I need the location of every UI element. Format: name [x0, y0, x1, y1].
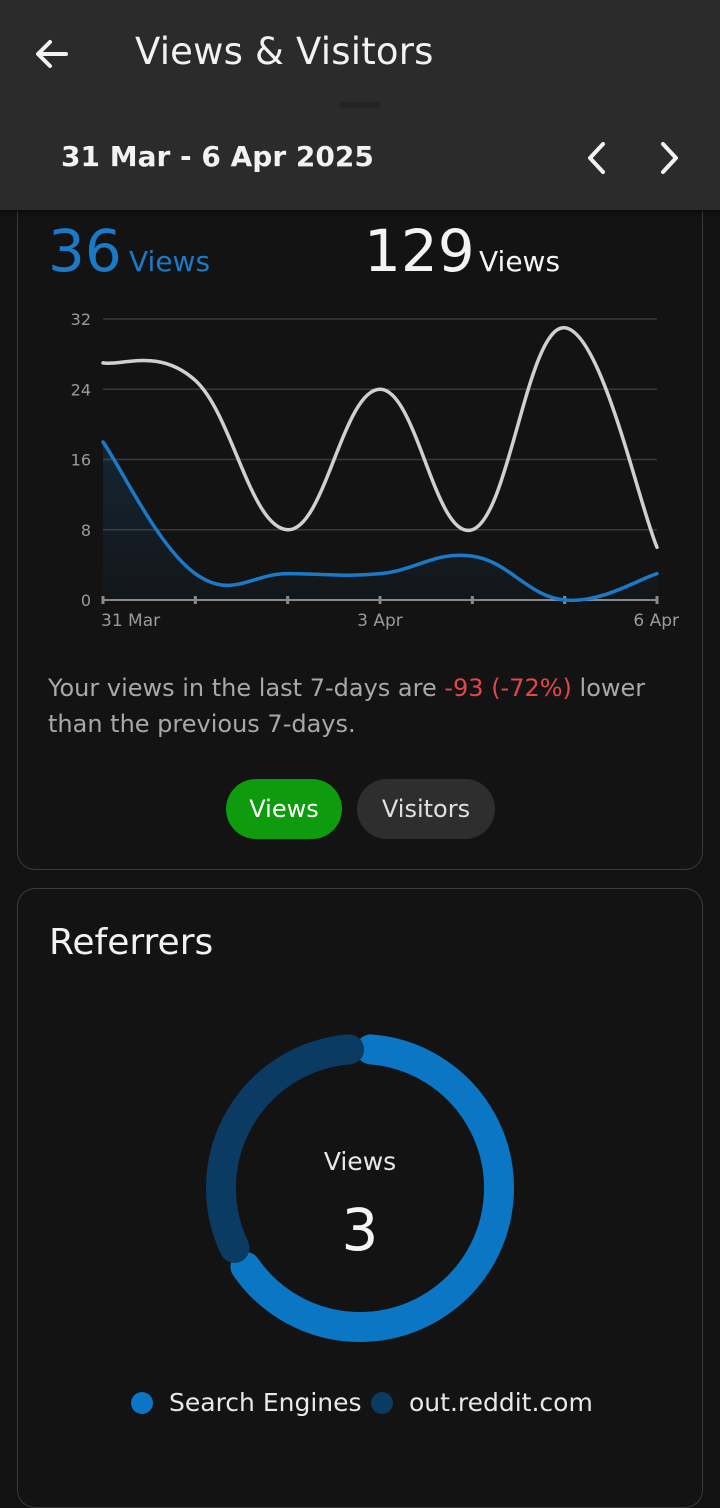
x-tick-label: 3 Apr [357, 611, 403, 631]
summary-delta: -93 (-72%) [444, 674, 572, 702]
views-summary: Your views in the last 7-days are -93 (-… [48, 670, 678, 742]
legend-dot-icon [371, 1391, 393, 1414]
back-button[interactable] [26, 28, 78, 80]
next-range-button[interactable] [644, 133, 694, 183]
y-tick-label: 32 [71, 310, 91, 329]
previous-views-unit: Views [479, 245, 561, 278]
page-title: Views & Visitors [135, 30, 434, 73]
views-line-chart: 0 8 16 24 32 31 Mar 3 Apr 6 Apr [60, 300, 680, 640]
legend-label: Search Engines [169, 1388, 362, 1417]
donut-segment-0[interactable] [230, 1034, 514, 1342]
y-tick-label: 16 [71, 451, 91, 470]
x-tick-label: 6 Apr [633, 611, 679, 631]
arrow-left-icon [36, 40, 68, 68]
donut-center-value: 3 [341, 1196, 379, 1264]
legend-item-search-engines[interactable]: Search Engines [131, 1388, 362, 1417]
y-tick-label: 24 [71, 380, 91, 399]
x-tick-label: 31 Mar [101, 611, 160, 631]
chevron-right-icon [661, 142, 678, 174]
legend-item-reddit[interactable]: out.reddit.com [371, 1388, 593, 1417]
current-views-unit: Views [129, 245, 211, 278]
legend-label: out.reddit.com [409, 1388, 593, 1417]
referrers-donut-chart [206, 1034, 514, 1342]
views-toggle-button[interactable]: Views [226, 779, 342, 839]
donut-center-label: Views [323, 1147, 397, 1176]
current-views-count: 36 [48, 217, 122, 285]
previous-views-count: 129 [364, 217, 475, 285]
app-bar: Views & Visitors 31 Mar - 6 Apr 2025 [0, 0, 720, 210]
current-series-area [103, 441, 657, 601]
drag-handle [340, 102, 380, 108]
chevron-left-icon [588, 142, 605, 174]
referrers-title: Referrers [49, 922, 214, 963]
summary-prefix: Your views in the last 7-days are [48, 674, 445, 702]
y-tick-label: 8 [81, 521, 91, 540]
y-tick-label: 0 [81, 591, 91, 610]
date-range: 31 Mar - 6 Apr 2025 [61, 140, 374, 173]
previous-series-line [101, 326, 659, 550]
chart-svg: 0 8 16 24 32 31 Mar 3 Apr 6 Apr [71, 310, 679, 631]
previous-range-button[interactable] [572, 133, 622, 183]
visitors-toggle-button[interactable]: Visitors [357, 779, 495, 839]
legend-dot-icon [131, 1391, 153, 1414]
